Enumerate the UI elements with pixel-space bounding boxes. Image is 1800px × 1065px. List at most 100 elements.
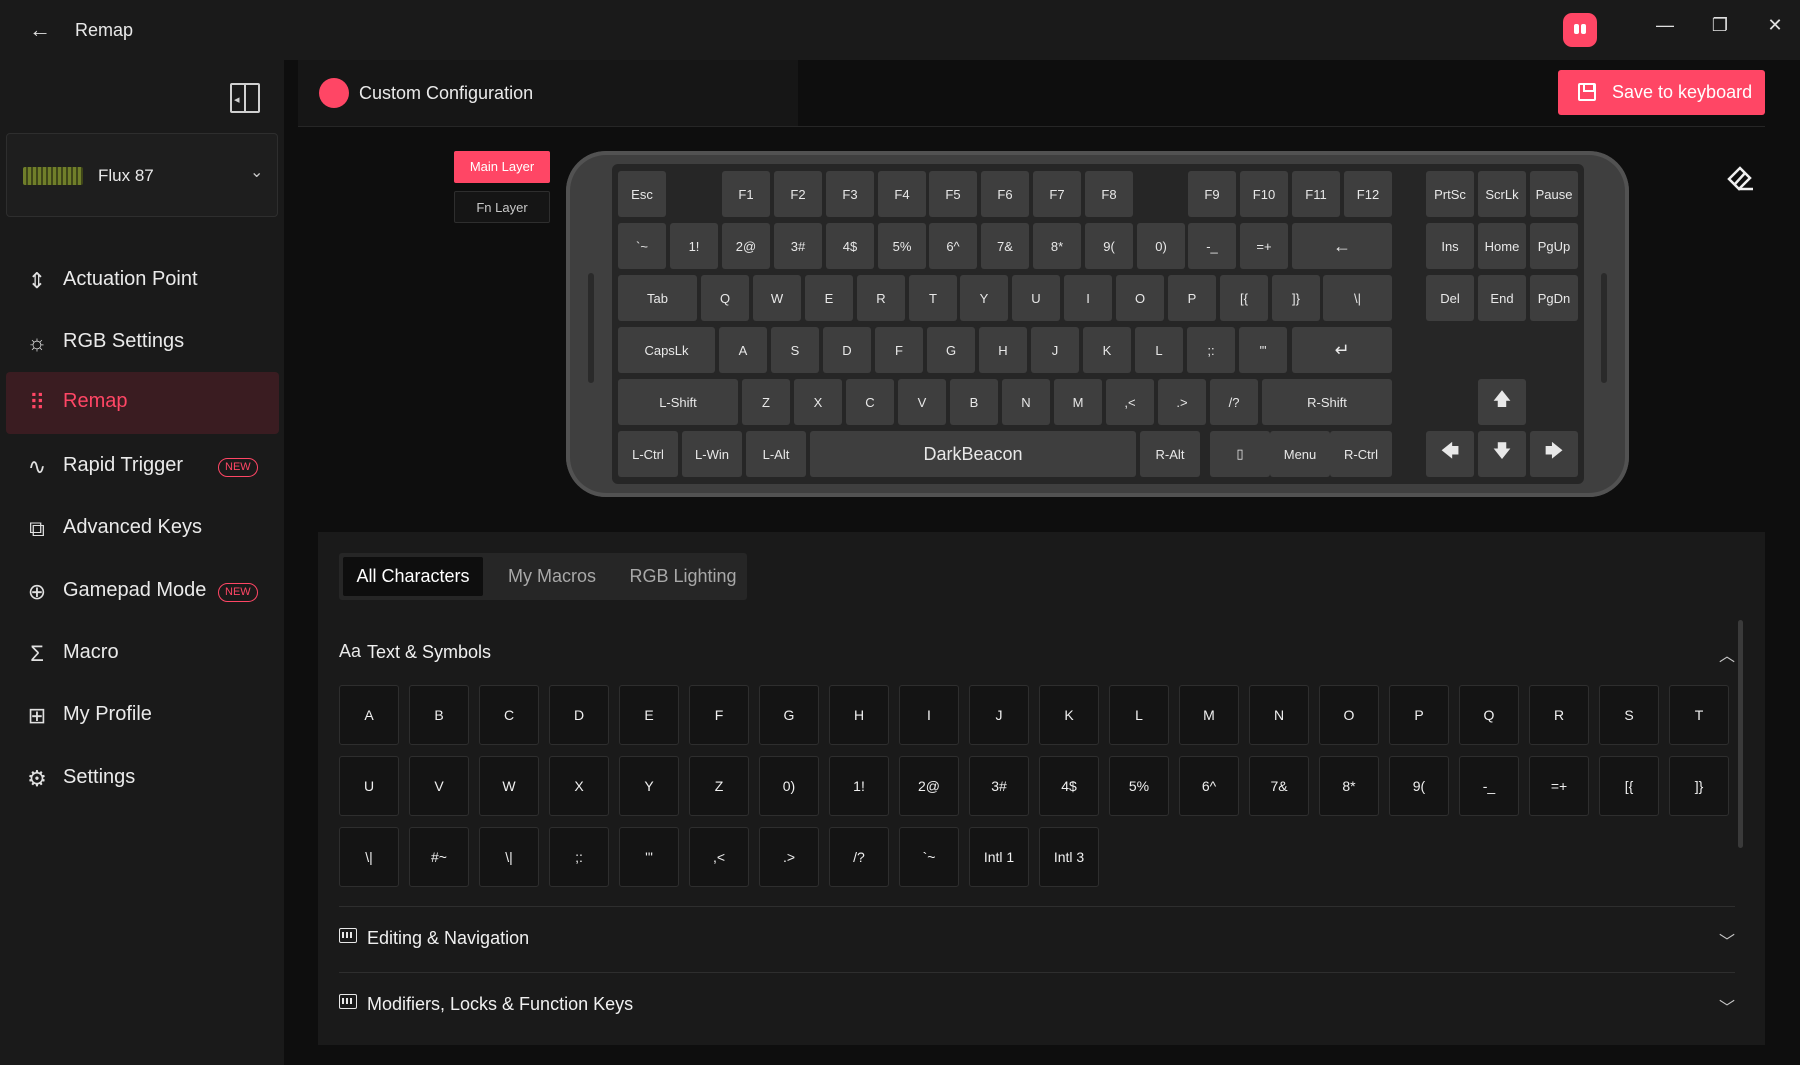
sidebar-item-rgb-settings[interactable]: ☼ RGB Settings [6,312,279,374]
character-key[interactable]: S [1599,685,1659,745]
keyboard-key[interactable]: I [1064,275,1112,321]
character-key[interactable]: D [549,685,609,745]
keyboard-key[interactable]: ScrLk [1478,171,1526,217]
keyboard-key[interactable]: 🡇 [1478,431,1526,477]
main-layer-button[interactable]: Main Layer [454,151,550,183]
character-key[interactable]: H [829,685,889,745]
character-key[interactable]: 8* [1319,756,1379,816]
character-key[interactable]: U [339,756,399,816]
keyboard-key[interactable]: `~ [618,223,666,269]
keyboard-key[interactable]: 🡄 [1426,431,1474,477]
character-key[interactable]: C [479,685,539,745]
keyboard-key[interactable]: E [805,275,853,321]
keyboard-key[interactable]: M [1054,379,1102,425]
keyboard-key[interactable]: ← [1292,223,1392,269]
save-to-keyboard-button[interactable]: Save to keyboard [1558,70,1765,115]
sidebar-item-remap[interactable]: ⠿ Remap [6,372,279,434]
section-editing-navigation[interactable]: Editing & Navigation ﹀ [339,924,1735,954]
keyboard-key[interactable]: Home [1478,223,1526,269]
keyboard-key[interactable]: Y [960,275,1008,321]
keyboard-key[interactable]: ]} [1272,275,1320,321]
keyboard-key[interactable]: H [979,327,1027,373]
keyboard-key[interactable]: F11 [1292,171,1340,217]
back-arrow-icon[interactable]: ← [24,16,56,44]
sidebar-item-macro[interactable]: Σ Macro [6,623,279,685]
keyboard-key[interactable]: F4 [878,171,926,217]
fn-layer-button[interactable]: Fn Layer [454,191,550,223]
keyboard-key[interactable]: 2@ [722,223,770,269]
character-key[interactable]: ]} [1669,756,1729,816]
close-button[interactable]: ✕ [1755,10,1795,40]
sidebar-item-rapid-trigger[interactable]: ∿ Rapid Trigger NEW [6,436,279,498]
character-key[interactable]: Intl 3 [1039,827,1099,887]
keyboard-key[interactable]: F12 [1344,171,1392,217]
keyboard-key[interactable]: V [898,379,946,425]
keyboard-key[interactable]: U [1012,275,1060,321]
sidebar-item-my-profile[interactable]: ⊞ My Profile [6,685,279,747]
character-key[interactable]: 0) [759,756,819,816]
character-key[interactable]: P [1389,685,1449,745]
section-text-symbols[interactable]: Aa Text & Symbols ︿ [339,638,1735,668]
keyboard-key[interactable]: X [794,379,842,425]
keyboard-key[interactable]: /? [1210,379,1258,425]
keyboard-key[interactable]: 5% [878,223,926,269]
keyboard-key[interactable]: W [753,275,801,321]
panel-scrollbar[interactable] [1738,620,1743,848]
keyboard-key[interactable]: '" [1239,327,1287,373]
keyboard-key[interactable]: 4$ [826,223,874,269]
keyboard-key[interactable]: ;: [1187,327,1235,373]
character-key[interactable]: N [1249,685,1309,745]
keyboard-key[interactable]: R-Shift [1262,379,1392,425]
keyboard-key[interactable]: 8* [1033,223,1081,269]
character-key[interactable]: Z [689,756,749,816]
keyboard-key[interactable]: CapsLk [618,327,715,373]
character-key[interactable]: Intl 1 [969,827,1029,887]
character-key[interactable]: ;: [549,827,609,887]
character-key[interactable]: 1! [829,756,889,816]
sidebar-item-actuation-point[interactable]: ⇕ Actuation Point [6,250,279,312]
character-key[interactable]: -_ [1459,756,1519,816]
keyboard-key[interactable]: G [927,327,975,373]
tab-rgb-lighting[interactable]: RGB Lighting [621,557,745,596]
keyboard-key[interactable]: N [1002,379,1050,425]
keyboard-key[interactable]: B [950,379,998,425]
keyboard-key[interactable]: [{ [1220,275,1268,321]
keyboard-key[interactable]: O [1116,275,1164,321]
sidebar-item-advanced-keys[interactable]: ⧉ Advanced Keys [6,498,279,560]
keyboard-key[interactable]: 0) [1137,223,1185,269]
keyboard-key[interactable]: A [719,327,767,373]
keyboard-key[interactable]: L-Alt [746,431,806,477]
keyboard-key[interactable]: -_ [1188,223,1236,269]
eraser-icon[interactable] [1723,160,1757,194]
keyboard-key[interactable]: F7 [1033,171,1081,217]
character-key[interactable]: T [1669,685,1729,745]
character-key[interactable]: J [969,685,1029,745]
keyboard-key[interactable]: D [823,327,871,373]
keyboard-key[interactable]: F5 [929,171,977,217]
keyboard-key[interactable]: R [857,275,905,321]
keyboard-key[interactable]: .> [1158,379,1206,425]
keyboard-key[interactable]: F3 [826,171,874,217]
keyboard-key[interactable]: ↵ [1292,327,1392,373]
character-key[interactable]: F [689,685,749,745]
keyboard-key[interactable]: ,< [1106,379,1154,425]
keyboard-key[interactable]: End [1478,275,1526,321]
keyboard-key[interactable]: 🡅 [1478,379,1526,425]
keyboard-key[interactable]: PgUp [1530,223,1578,269]
keyboard-key[interactable]: F [875,327,923,373]
keyboard-key[interactable]: Tab [618,275,697,321]
keyboard-key[interactable]: 🡆 [1530,431,1578,477]
keyboard-key[interactable]: F1 [722,171,770,217]
character-key[interactable]: Q [1459,685,1519,745]
device-selector[interactable]: Flux 87 ⌄ [6,133,278,217]
keyboard-key[interactable]: \| [1323,275,1392,321]
keyboard-key[interactable]: Q [701,275,749,321]
character-key[interactable]: M [1179,685,1239,745]
keyboard-key[interactable]: F8 [1085,171,1133,217]
character-key[interactable]: I [899,685,959,745]
keyboard-key[interactable]: L [1135,327,1183,373]
keyboard-key[interactable]: F9 [1188,171,1236,217]
collapse-sidebar-icon[interactable]: ◂ [230,83,260,113]
keyboard-key[interactable]: K [1083,327,1131,373]
keyboard-key[interactable]: P [1168,275,1216,321]
